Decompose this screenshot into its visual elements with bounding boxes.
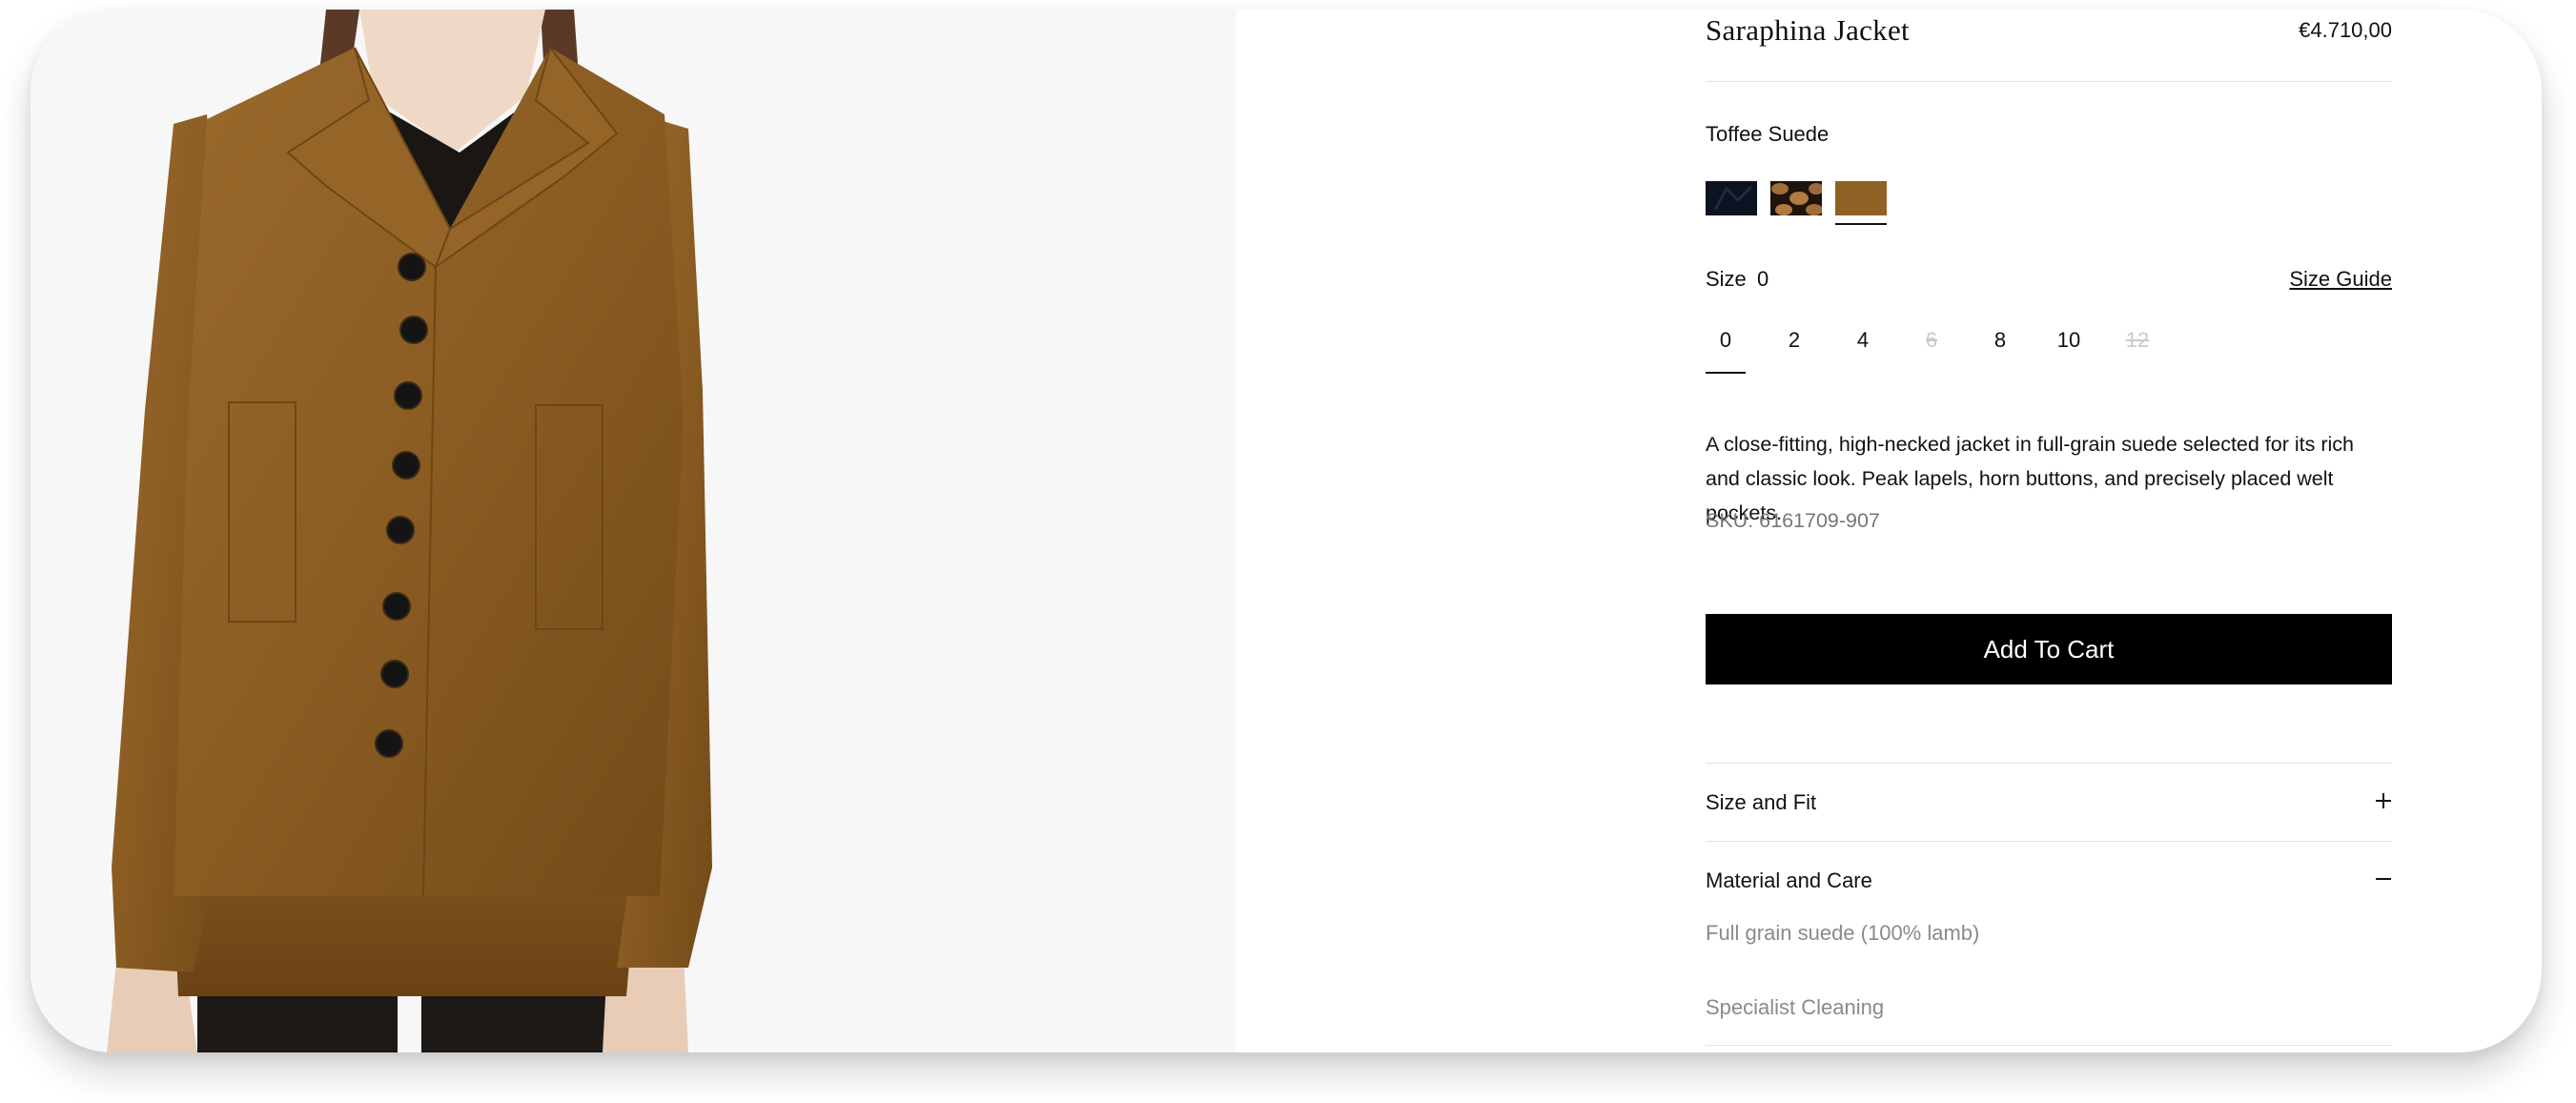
selected-color-name: Toffee Suede [1706,122,1830,146]
accordion-material-and-care[interactable]: Material and Care [1706,841,2392,920]
size-option-10[interactable]: 10 [2049,324,2089,372]
swatch-navy-image [1706,181,1757,215]
swatch-toffee-image [1835,181,1887,215]
title-row: Saraphina Jacket €4.710,00 [1706,10,2392,82]
browser-frame: Saraphina Jacket €4.710,00 Toffee Suede [31,10,2542,1052]
add-to-cart-button[interactable]: Add To Cart [1706,614,2392,684]
product-sku: SKU: 6161709-907 [1706,509,1880,532]
size-option-2[interactable]: 2 [1774,324,1814,372]
material-composition: Full grain suede (100% lamb) [1706,921,1980,945]
accordion-label: Size and Fit [1706,790,1817,814]
swatch-leopard-image [1770,181,1824,215]
accordion-size-and-fit[interactable]: Size and Fit [1706,763,2392,842]
divider [1706,1045,2392,1046]
swatch-leopard[interactable] [1770,181,1824,215]
accordion-label: Material and Care [1706,868,1872,892]
size-option-6[interactable]: 6 [1912,324,1952,372]
size-option-8[interactable]: 8 [1980,324,2020,372]
plus-icon [2376,793,2391,808]
jacket-illustration [107,10,712,1052]
size-row: Size 0 Size Guide [1706,267,2392,297]
minus-icon [2376,878,2391,880]
size-guide-link[interactable]: Size Guide [2289,267,2392,292]
size-option-12[interactable]: 12 [2117,324,2157,372]
care-instruction: Specialist Cleaning [1706,995,1885,1019]
swatch-toffee[interactable] [1835,181,1887,225]
product-price: €4.710,00 [2299,18,2392,42]
product-image [31,10,1237,1052]
size-option-0[interactable]: 0 [1706,324,1746,374]
swatch-navy[interactable] [1706,181,1757,215]
product-title: Saraphina Jacket [1706,13,1910,47]
size-option-4[interactable]: 4 [1843,324,1883,372]
selected-size-value: 0 [1757,267,1769,291]
size-label: Size [1706,267,1747,291]
product-details: Saraphina Jacket €4.710,00 Toffee Suede [1706,10,2392,1052]
